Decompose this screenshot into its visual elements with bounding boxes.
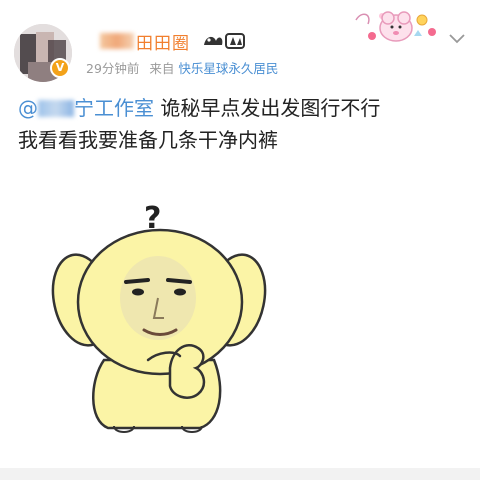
source-label: 来自 <box>149 61 175 76</box>
post-timestamp: 29分钟前 <box>86 61 140 76</box>
post-text-line1: 诡秘早点发出发图行不行 <box>160 96 381 120</box>
post-text-line2: 我看看我要准备几条干净内裤 <box>18 128 278 152</box>
source-link[interactable]: 快乐星球永久居民 <box>178 58 278 77</box>
username[interactable]: 田田圈 <box>136 29 190 54</box>
post-text: @ 宁工作室 诡秘早点发出发图行不行 我看看我要准备几条干净内裤 <box>18 92 468 156</box>
post-meta: 29分钟前 来自 快乐星球永久居民 <box>86 58 278 77</box>
meme-image[interactable]: ? <box>30 190 300 440</box>
blurred-mention-part <box>38 100 74 117</box>
member-badge-icon[interactable] <box>200 31 248 51</box>
blurred-name-part <box>100 33 134 49</box>
mention-link[interactable]: @ 宁工作室 <box>18 96 154 120</box>
verified-badge: V <box>50 58 70 78</box>
username-row: 田田圈 <box>100 29 248 54</box>
mention-suffix: 宁工作室 <box>74 96 154 120</box>
chevron-down-icon[interactable] <box>447 32 467 46</box>
pink-sticker-icon <box>355 11 436 42</box>
weibo-post: V 田田圈 29分钟前 来自 快乐星球永久居民 @ 宁工作室 诡秘早点发出发图行… <box>0 0 480 480</box>
post-divider <box>0 468 480 480</box>
